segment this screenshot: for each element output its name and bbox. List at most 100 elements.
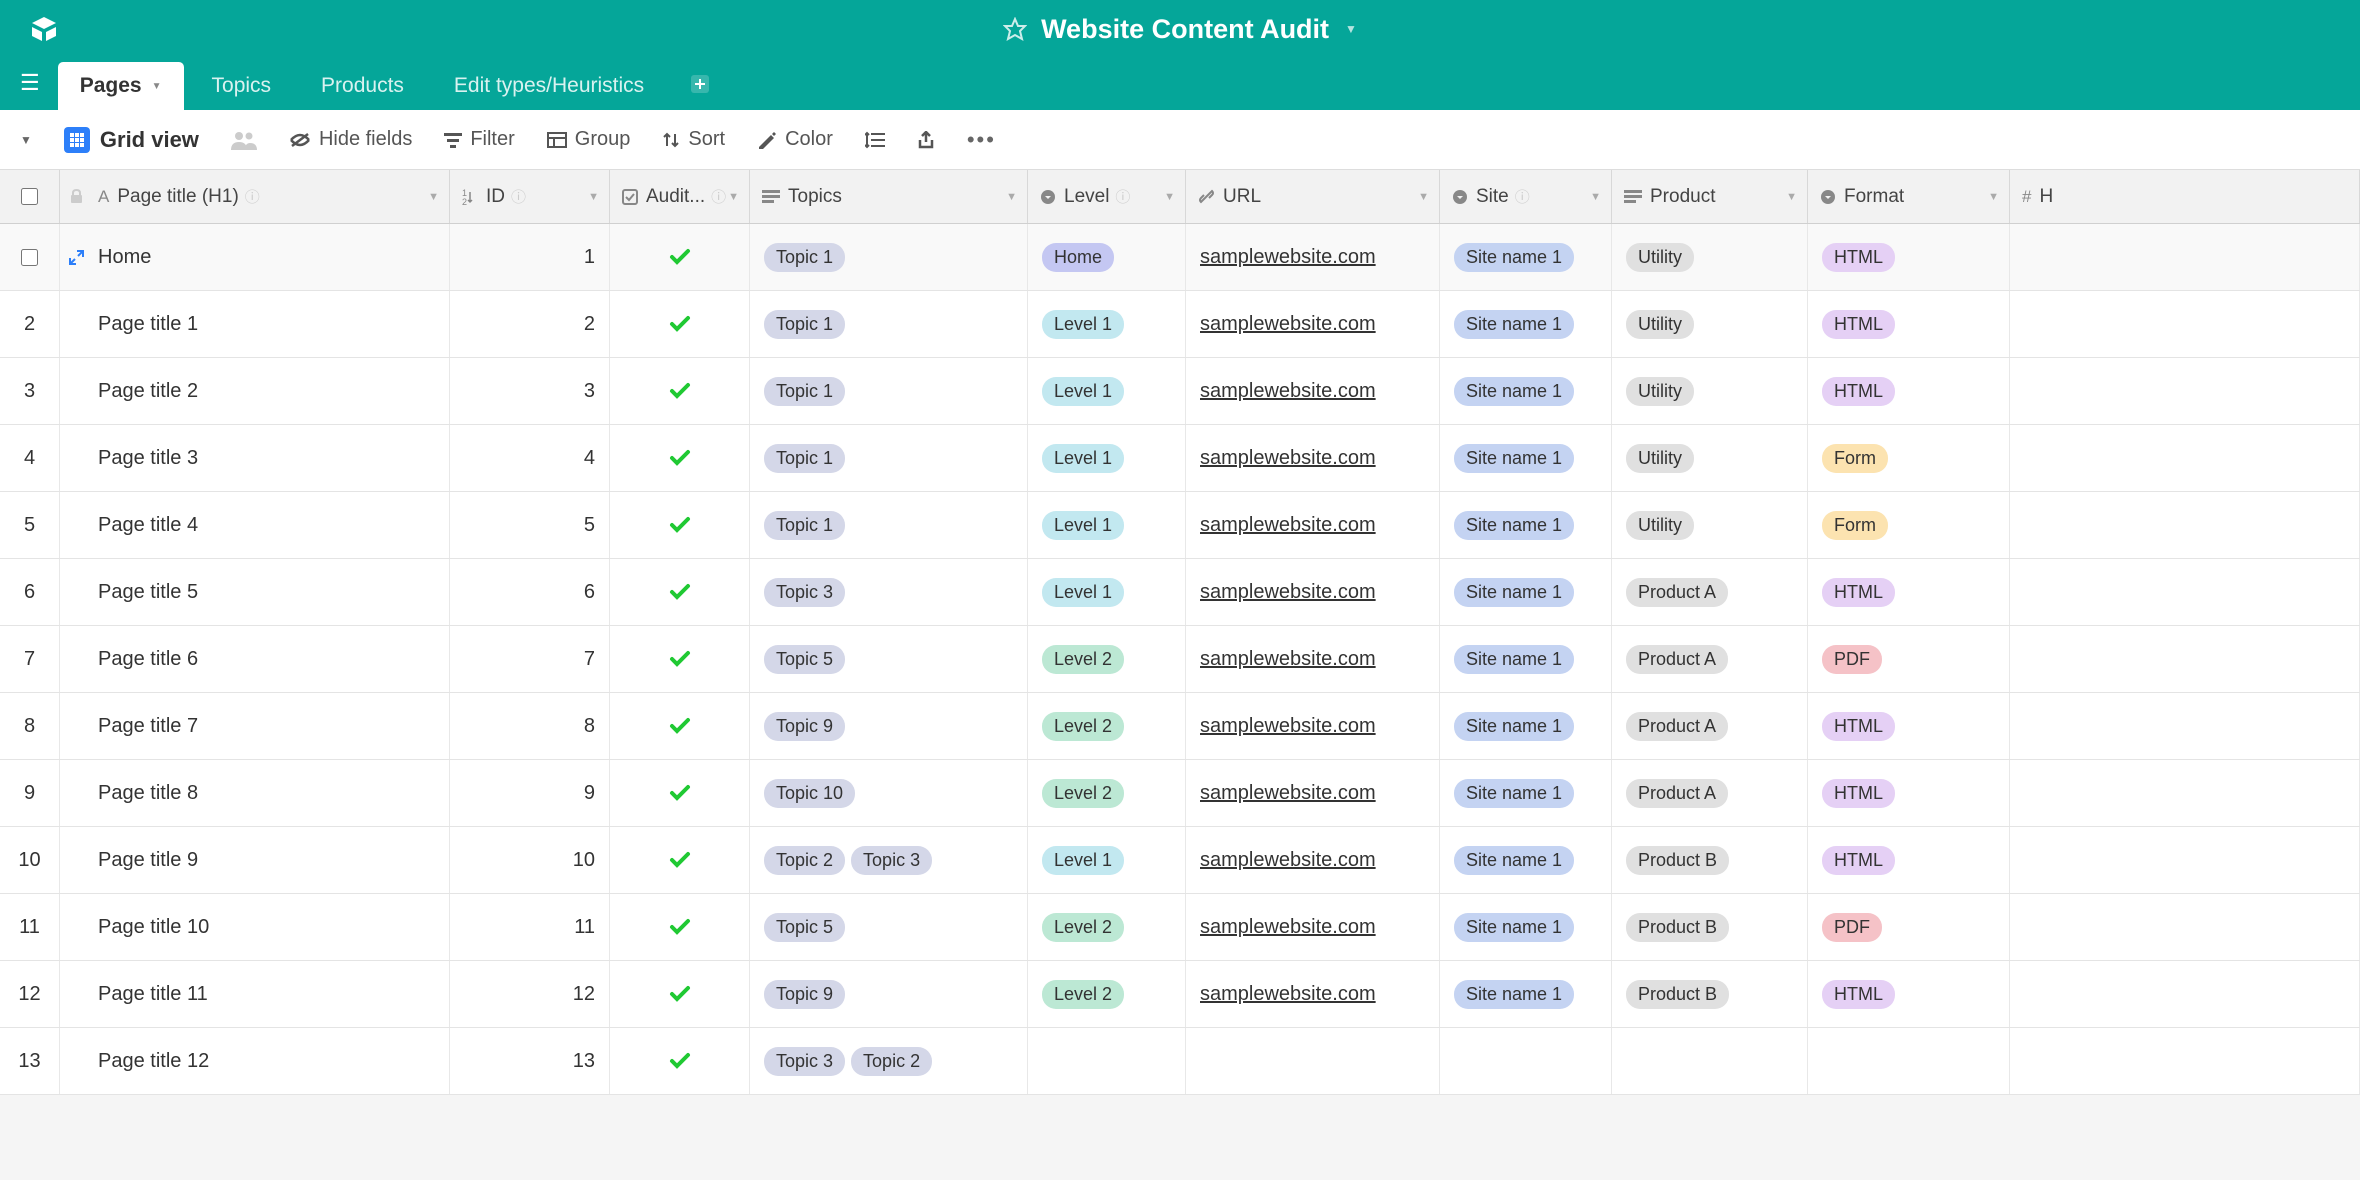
column-menu-caret-icon[interactable]: ▼ (1418, 191, 1429, 203)
cell-id[interactable]: 7 (450, 626, 610, 692)
cell-format[interactable]: HTML (1808, 760, 2010, 826)
cell-url[interactable]: samplewebsite.com (1186, 827, 1440, 893)
cell-audit-checkbox[interactable] (610, 559, 750, 625)
cell-site[interactable]: Site name 1 (1440, 894, 1612, 960)
cell-product[interactable] (1612, 1028, 1808, 1094)
cell-id[interactable]: 13 (450, 1028, 610, 1094)
cell-page-title[interactable]: Page title 5 (92, 559, 450, 625)
cell-product[interactable]: Product A (1612, 626, 1808, 692)
column-header-format[interactable]: Format ▼ (1808, 170, 2010, 223)
table-row[interactable]: 13Page title 1213Topic 3Topic 2 (0, 1028, 2360, 1095)
cell-site[interactable]: Site name 1 (1440, 291, 1612, 357)
cell-page-title[interactable]: Page title 2 (92, 358, 450, 424)
cell-audit-checkbox[interactable] (610, 358, 750, 424)
row-number[interactable]: 8 (0, 693, 60, 759)
table-row[interactable]: 9Page title 89Topic 10Level 2samplewebsi… (0, 760, 2360, 827)
cell-page-title[interactable]: Page title 11 (92, 961, 450, 1027)
cell-level[interactable]: Level 1 (1028, 358, 1186, 424)
row-number[interactable]: 7 (0, 626, 60, 692)
column-header-h[interactable]: # H (2010, 170, 2360, 223)
cell-audit-checkbox[interactable] (610, 626, 750, 692)
cell-product[interactable]: Product B (1612, 894, 1808, 960)
cell-h[interactable] (2010, 693, 2360, 759)
row-number[interactable]: 10 (0, 827, 60, 893)
cell-url[interactable]: samplewebsite.com (1186, 559, 1440, 625)
cell-topics[interactable]: Topic 1 (750, 425, 1028, 491)
column-header-level[interactable]: Level ⓘ ▼ (1028, 170, 1186, 223)
table-row[interactable]: 6Page title 56Topic 3Level 1samplewebsit… (0, 559, 2360, 626)
row-number[interactable]: 12 (0, 961, 60, 1027)
table-row[interactable]: 3Page title 23Topic 1Level 1samplewebsit… (0, 358, 2360, 425)
column-header-product[interactable]: Product ▼ (1612, 170, 1808, 223)
expand-record-icon[interactable] (60, 1028, 92, 1094)
cell-site[interactable]: Site name 1 (1440, 559, 1612, 625)
column-menu-caret-icon[interactable]: ▼ (1164, 191, 1175, 203)
cell-topics[interactable]: Topic 9 (750, 961, 1028, 1027)
select-all-checkbox[interactable] (0, 170, 60, 223)
cell-format[interactable]: HTML (1808, 693, 2010, 759)
cell-format[interactable] (1808, 1028, 2010, 1094)
title-dropdown-icon[interactable]: ▼ (1345, 22, 1357, 36)
cell-h[interactable] (2010, 291, 2360, 357)
cell-topics[interactable]: Topic 2Topic 3 (750, 827, 1028, 893)
cell-url[interactable]: samplewebsite.com (1186, 224, 1440, 290)
column-header-audit[interactable]: Audit... ⓘ ▼ (610, 170, 750, 223)
cell-level[interactable]: Level 2 (1028, 961, 1186, 1027)
cell-format[interactable]: Form (1808, 425, 2010, 491)
cell-product[interactable]: Utility (1612, 358, 1808, 424)
cell-level[interactable]: Level 1 (1028, 559, 1186, 625)
cell-format[interactable]: HTML (1808, 559, 2010, 625)
row-number[interactable]: 13 (0, 1028, 60, 1094)
column-header-url[interactable]: URL ▼ (1186, 170, 1440, 223)
cell-level[interactable]: Level 2 (1028, 894, 1186, 960)
cell-id[interactable]: 2 (450, 291, 610, 357)
cell-h[interactable] (2010, 425, 2360, 491)
cell-id[interactable]: 10 (450, 827, 610, 893)
view-name-button[interactable]: Grid view (64, 127, 199, 153)
cell-h[interactable] (2010, 760, 2360, 826)
cell-product[interactable]: Product A (1612, 693, 1808, 759)
share-view-icon[interactable] (917, 131, 935, 149)
cell-url[interactable]: samplewebsite.com (1186, 626, 1440, 692)
cell-h[interactable] (2010, 358, 2360, 424)
expand-record-icon[interactable] (60, 760, 92, 826)
table-row[interactable]: 7Page title 67Topic 5Level 2samplewebsit… (0, 626, 2360, 693)
cell-id[interactable]: 12 (450, 961, 610, 1027)
cell-topics[interactable]: Topic 5 (750, 626, 1028, 692)
view-switcher-caret-icon[interactable]: ▼ (20, 133, 32, 147)
cell-site[interactable]: Site name 1 (1440, 827, 1612, 893)
row-number[interactable]: 2 (0, 291, 60, 357)
cell-format[interactable]: HTML (1808, 224, 2010, 290)
row-number[interactable]: 4 (0, 425, 60, 491)
row-number[interactable]: 6 (0, 559, 60, 625)
cell-url[interactable]: samplewebsite.com (1186, 492, 1440, 558)
cell-site[interactable] (1440, 1028, 1612, 1094)
cell-h[interactable] (2010, 492, 2360, 558)
cell-level[interactable]: Level 2 (1028, 693, 1186, 759)
table-row[interactable]: 5Page title 45Topic 1Level 1samplewebsit… (0, 492, 2360, 559)
cell-site[interactable]: Site name 1 (1440, 961, 1612, 1027)
cell-topics[interactable]: Topic 5 (750, 894, 1028, 960)
cell-page-title[interactable]: Page title 4 (92, 492, 450, 558)
cell-format[interactable]: Form (1808, 492, 2010, 558)
cell-level[interactable]: Level 1 (1028, 291, 1186, 357)
cell-page-title[interactable]: Page title 3 (92, 425, 450, 491)
row-number[interactable] (0, 224, 60, 290)
cell-audit-checkbox[interactable] (610, 827, 750, 893)
column-menu-caret-icon[interactable]: ▼ (1988, 191, 1999, 203)
cell-topics[interactable]: Topic 1 (750, 358, 1028, 424)
cell-product[interactable]: Product B (1612, 961, 1808, 1027)
cell-url[interactable]: samplewebsite.com (1186, 358, 1440, 424)
cell-url[interactable]: samplewebsite.com (1186, 961, 1440, 1027)
cell-level[interactable]: Level 2 (1028, 760, 1186, 826)
tab-caret-icon[interactable]: ▼ (152, 81, 162, 92)
row-height-icon[interactable] (865, 131, 885, 149)
collaborators-icon[interactable] (231, 130, 257, 150)
table-row[interactable]: 10Page title 910Topic 2Topic 3Level 1sam… (0, 827, 2360, 894)
cell-product[interactable]: Utility (1612, 425, 1808, 491)
cell-h[interactable] (2010, 827, 2360, 893)
cell-format[interactable]: HTML (1808, 827, 2010, 893)
more-options-icon[interactable]: ••• (967, 127, 996, 153)
table-tab[interactable]: Products (299, 62, 426, 110)
favorite-star-icon[interactable] (1003, 17, 1027, 41)
